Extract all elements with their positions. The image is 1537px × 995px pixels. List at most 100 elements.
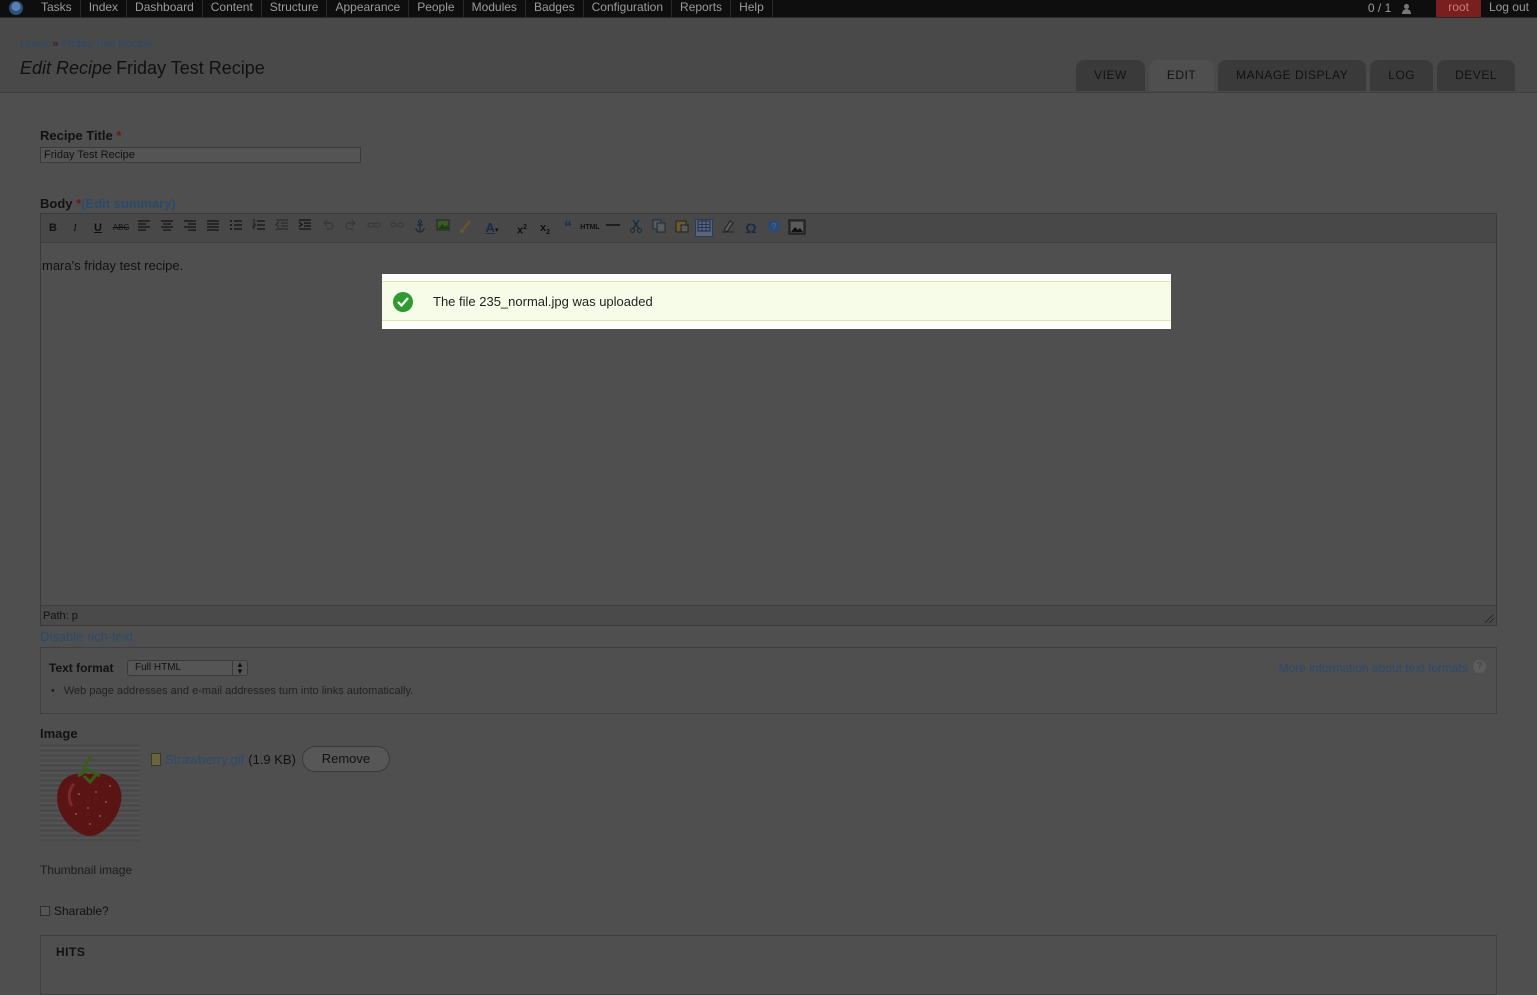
sharable-checkbox[interactable] [40, 906, 50, 916]
image-label: Image [40, 726, 78, 741]
image-icon[interactable] [434, 219, 452, 237]
numbered-list-icon[interactable] [250, 219, 268, 237]
horizontal-rule-icon[interactable] [604, 219, 622, 237]
more-info-text-formats-link[interactable]: More information about text formats [1279, 661, 1468, 675]
justify-icon[interactable] [204, 219, 222, 237]
menu-item-help[interactable]: Help [731, 0, 773, 17]
bold-icon[interactable]: B [44, 219, 62, 237]
menu-item-structure[interactable]: Structure [262, 0, 328, 17]
bullet-list-icon[interactable] [227, 219, 245, 237]
page-title: Edit Recipe Friday Test Recipe [20, 58, 265, 79]
page-title-prefix: Edit Recipe [20, 58, 113, 78]
menu-item-reports[interactable]: Reports [672, 0, 732, 17]
recipe-title-label-text: Recipe Title [40, 128, 113, 143]
file-link[interactable]: Strawberry.gif [165, 752, 244, 767]
drupal-logo-icon[interactable] [9, 1, 23, 15]
check-circle-icon [393, 292, 413, 312]
required-marker: * [116, 128, 122, 143]
menu-item-appearance[interactable]: Appearance [327, 0, 410, 17]
hits-legend[interactable]: HITS [56, 945, 85, 959]
toolbar-account: 0 / 1 root Log out [1352, 0, 1537, 17]
menu-item-dashboard[interactable]: Dashboard [127, 0, 203, 17]
status-message: The file 235_normal.jpg was uploaded [382, 274, 1171, 329]
question-icon[interactable]: ? [1473, 660, 1486, 673]
special-char-icon[interactable]: Ω [742, 219, 760, 237]
undo-icon[interactable] [319, 219, 337, 237]
menu-item-people[interactable]: People [409, 0, 464, 17]
html-source-icon[interactable]: HTML [579, 219, 601, 237]
svg-text:?: ? [771, 222, 776, 232]
blockquote-icon[interactable]: “ [559, 219, 577, 237]
admin-menu: Tasks Index Dashboard Content Structure … [33, 0, 773, 17]
redo-icon[interactable] [342, 219, 360, 237]
sharable-field[interactable]: Sharable? [40, 904, 109, 918]
tab-edit[interactable]: EDIT [1148, 60, 1215, 91]
account-link[interactable]: root [1436, 0, 1481, 17]
editor-toolbar: B I U ABC A▾ x2 x2 “ HTML Ω ? [41, 214, 1496, 243]
users-online[interactable]: 0 / 1 [1352, 0, 1436, 17]
page-title-name: Friday Test Recipe [116, 58, 265, 78]
breadcrumb-current[interactable]: Friday Test Recipe [61, 38, 152, 50]
status-message-box: The file 235_normal.jpg was uploaded [382, 281, 1171, 321]
strikethrough-icon[interactable]: ABC [112, 219, 130, 237]
body-label: Body *(Edit summary) [40, 196, 176, 211]
recipe-title-label: Recipe Title * [40, 128, 121, 143]
cut-icon[interactable] [627, 219, 645, 237]
primary-tabs: VIEW EDIT MANAGE DISPLAY LOG DEVEL [1076, 60, 1515, 91]
remove-button[interactable]: Remove [301, 746, 390, 772]
tab-manage-display[interactable]: MANAGE DISPLAY [1218, 60, 1367, 91]
editor-body[interactable]: mara's friday test recipe. [42, 258, 183, 273]
tab-devel[interactable]: DEVEL [1437, 60, 1515, 91]
image-file-row: Strawberry.gif (1.9 KB) Remove [151, 746, 390, 772]
recipe-title-input[interactable]: Friday Test Recipe [40, 147, 361, 163]
tab-view[interactable]: VIEW [1076, 60, 1145, 91]
thumbnail-description: Thumbnail image [40, 863, 133, 877]
breadcrumb-home[interactable]: Home [20, 38, 49, 50]
menu-item-content[interactable]: Content [203, 0, 262, 17]
subscript-icon[interactable]: x2 [536, 219, 554, 237]
people-icon [1401, 3, 1428, 14]
underline-icon[interactable]: U [89, 219, 107, 237]
disable-rich-text-link[interactable]: Disable rich-text [40, 629, 133, 644]
remove-format-icon[interactable] [719, 219, 737, 237]
table-icon[interactable] [695, 219, 713, 237]
page-header: Home» Friday Test Recipe Edit Recipe Frida… [0, 18, 1537, 93]
breadcrumb-separator: » [52, 38, 59, 50]
italic-icon[interactable]: I [66, 219, 84, 237]
align-left-icon[interactable] [135, 219, 153, 237]
resize-grip-icon[interactable] [1485, 614, 1494, 623]
copy-icon[interactable] [650, 219, 668, 237]
insert-image-icon[interactable] [788, 219, 806, 237]
menu-item-modules[interactable]: Modules [464, 0, 526, 17]
tab-log[interactable]: LOG [1370, 60, 1434, 91]
users-online-count: 0 / 1 [1367, 1, 1392, 15]
body-label-text: Body [40, 196, 73, 211]
hits-fieldset: HITS [40, 935, 1497, 995]
align-right-icon[interactable] [181, 219, 199, 237]
superscript-icon[interactable]: x2 [513, 219, 531, 237]
anchor-icon[interactable] [411, 219, 429, 237]
menu-item-index[interactable]: Index [81, 0, 128, 17]
file-image-icon [151, 752, 161, 766]
strawberry-image [57, 756, 122, 836]
paste-text-icon[interactable] [673, 219, 691, 237]
text-format-select[interactable]: Full HTML ▲ ▼ [127, 660, 248, 676]
text-format-tip: Web page addresses and e-mail addresses … [51, 685, 413, 697]
outdent-icon[interactable] [273, 219, 291, 237]
indent-icon[interactable] [296, 219, 314, 237]
status-message-text: The file 235_normal.jpg was uploaded [433, 294, 653, 309]
align-center-icon[interactable] [158, 219, 176, 237]
menu-item-configuration[interactable]: Configuration [584, 0, 673, 17]
text-color-icon[interactable]: A▾ [480, 219, 504, 237]
cleanup-icon[interactable] [457, 219, 475, 237]
admin-toolbar: Tasks Index Dashboard Content Structure … [0, 0, 1537, 18]
file-size: (1.9 KB) [248, 751, 296, 767]
help-icon[interactable]: ? [765, 219, 783, 237]
menu-item-tasks[interactable]: Tasks [33, 0, 81, 17]
unlink-icon[interactable] [388, 219, 406, 237]
logout-link[interactable]: Log out [1481, 0, 1537, 17]
link-icon[interactable] [365, 219, 383, 237]
edit-summary-link[interactable]: (Edit summary) [81, 196, 176, 211]
editor-path: Path: p [41, 605, 1496, 625]
menu-item-badges[interactable]: Badges [526, 0, 584, 17]
